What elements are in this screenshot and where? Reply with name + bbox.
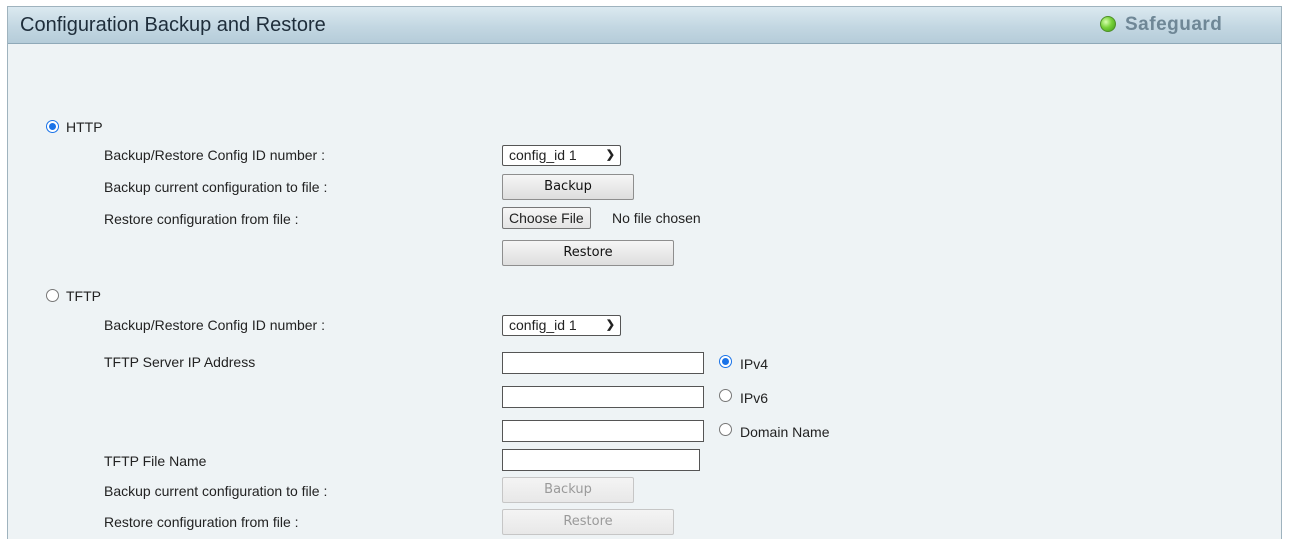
tftp-file-name-label: TFTP File Name bbox=[104, 453, 207, 469]
tftp-option-label: TFTP bbox=[66, 288, 101, 304]
http-backup-button[interactable]: Backup bbox=[502, 174, 634, 200]
panel-header: Configuration Backup and Restore Safegua… bbox=[8, 7, 1281, 44]
file-status-text: No file chosen bbox=[612, 210, 701, 226]
tftp-ipv4-input[interactable] bbox=[502, 352, 704, 374]
tftp-server-ip-label: TFTP Server IP Address bbox=[104, 354, 256, 370]
http-config-id-value: config_id 1 bbox=[509, 147, 577, 163]
tftp-config-id-select[interactable]: config_id 1 ❯ bbox=[502, 315, 621, 336]
tftp-backup-button[interactable]: Backup bbox=[502, 477, 634, 503]
http-backup-label: Backup current configuration to file : bbox=[104, 179, 328, 195]
tftp-radio[interactable] bbox=[46, 289, 59, 302]
safeguard-label: Safeguard bbox=[1125, 14, 1223, 35]
http-config-id-label: Backup/Restore Config ID number : bbox=[104, 147, 325, 163]
domain-name-label: Domain Name bbox=[740, 424, 830, 440]
chevron-down-icon: ❯ bbox=[605, 149, 615, 161]
page-title: Configuration Backup and Restore bbox=[20, 14, 326, 36]
http-radio[interactable] bbox=[46, 120, 59, 133]
tftp-config-id-label: Backup/Restore Config ID number : bbox=[104, 317, 325, 333]
http-restore-button[interactable]: Restore bbox=[502, 240, 674, 266]
ipv6-label: IPv6 bbox=[740, 390, 769, 406]
tftp-domain-input[interactable] bbox=[502, 420, 704, 442]
choose-file-button[interactable]: Choose File bbox=[502, 207, 591, 229]
tftp-ipv6-input[interactable] bbox=[502, 386, 704, 408]
ipv4-label: IPv4 bbox=[740, 356, 769, 372]
tftp-config-id-value: config_id 1 bbox=[509, 317, 577, 333]
chevron-down-icon: ❯ bbox=[605, 319, 615, 331]
http-config-id-select[interactable]: config_id 1 ❯ bbox=[502, 145, 621, 166]
domain-name-radio[interactable] bbox=[719, 423, 732, 436]
tftp-restore-button[interactable]: Restore bbox=[502, 509, 674, 535]
tftp-file-name-input[interactable] bbox=[502, 449, 700, 471]
tftp-backup-label: Backup current configuration to file : bbox=[104, 483, 328, 499]
ipv4-radio[interactable] bbox=[719, 355, 732, 368]
ipv6-radio[interactable] bbox=[719, 389, 732, 402]
tftp-restore-label: Restore configuration from file : bbox=[104, 514, 299, 530]
http-option-label: HTTP bbox=[66, 119, 103, 135]
http-restore-label: Restore configuration from file : bbox=[104, 211, 299, 227]
safeguard-status-icon bbox=[1100, 16, 1116, 32]
